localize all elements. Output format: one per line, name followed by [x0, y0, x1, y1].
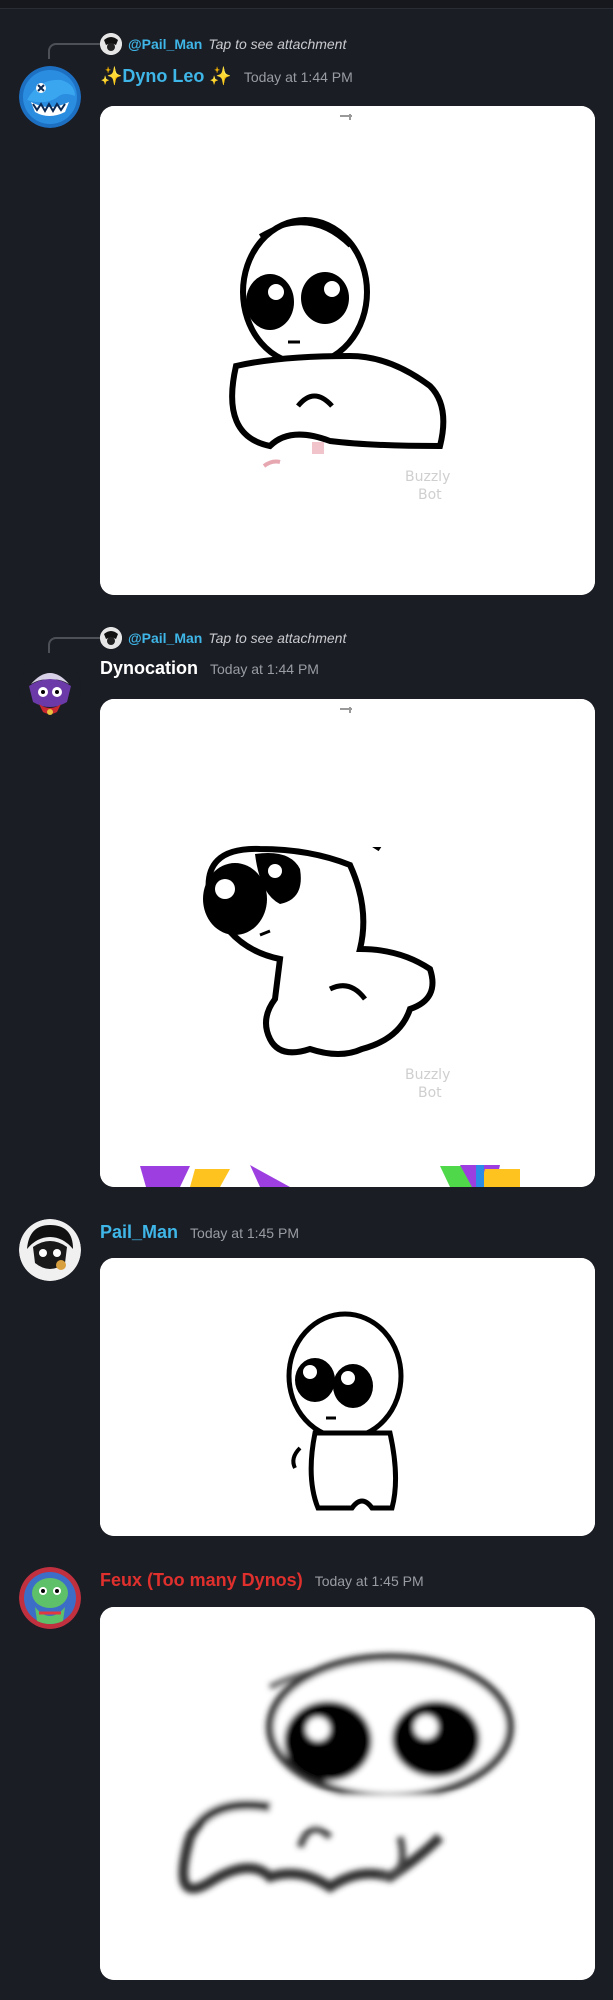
svg-text:Buzzly: Buzzly	[405, 1067, 450, 1083]
message-header: Dynocation Today at 1:44 PM	[100, 658, 319, 679]
reply-connector	[48, 637, 100, 653]
reply-connector	[48, 43, 100, 59]
blurry-cartoon-creature-image	[100, 1607, 595, 1980]
reply-text: Tap to see attachment	[208, 630, 347, 646]
top-bar	[0, 0, 613, 9]
reply-username[interactable]: @Pail_Man	[128, 630, 202, 646]
message-header: Feux (Too many Dynos) Today at 1:45 PM	[100, 1570, 424, 1591]
green-character-avatar[interactable]	[19, 1567, 81, 1629]
timestamp: Today at 1:44 PM	[243, 69, 353, 85]
image-attachment[interactable]	[100, 1607, 595, 1980]
svg-text:Buzzly: Buzzly	[405, 469, 450, 485]
image-attachment[interactable]: Buzzly Bot	[100, 106, 595, 595]
monochrome-character-avatar[interactable]	[19, 1219, 81, 1281]
timestamp: Today at 1:44 PM	[210, 661, 319, 677]
reply-avatar	[100, 33, 122, 55]
reply-avatar	[100, 627, 122, 649]
purple-character-avatar[interactable]	[19, 658, 81, 720]
author-name[interactable]: Pail_Man	[100, 1222, 178, 1243]
reply-username[interactable]: @Pail_Man	[128, 36, 202, 52]
cartoon-creature-image	[100, 1258, 595, 1536]
reply-preview[interactable]: @Pail_Man Tap to see attachment	[100, 32, 346, 56]
author-name[interactable]: Dynocation	[100, 658, 198, 679]
timestamp: Today at 1:45 PM	[314, 1573, 424, 1589]
cartoon-creature-image: Buzzly Bot	[100, 699, 595, 1187]
cartoon-creature-image: Buzzly Bot	[100, 106, 595, 595]
reply-text: Tap to see attachment	[208, 36, 347, 52]
reply-preview[interactable]: @Pail_Man Tap to see attachment	[100, 626, 346, 650]
author-name[interactable]: ✨Dyno Leo ✨	[100, 66, 232, 87]
message-header: ✨Dyno Leo ✨ Today at 1:44 PM	[100, 66, 353, 87]
image-attachment[interactable]: Buzzly Bot	[100, 699, 595, 1187]
timestamp: Today at 1:45 PM	[190, 1225, 299, 1241]
author-name[interactable]: Feux (Too many Dynos)	[100, 1570, 303, 1591]
message-header: Pail_Man Today at 1:45 PM	[100, 1222, 299, 1243]
image-attachment[interactable]	[100, 1258, 595, 1536]
svg-text:Bot: Bot	[418, 487, 442, 503]
shark-avatar[interactable]	[19, 66, 81, 128]
svg-text:Bot: Bot	[418, 1085, 442, 1101]
